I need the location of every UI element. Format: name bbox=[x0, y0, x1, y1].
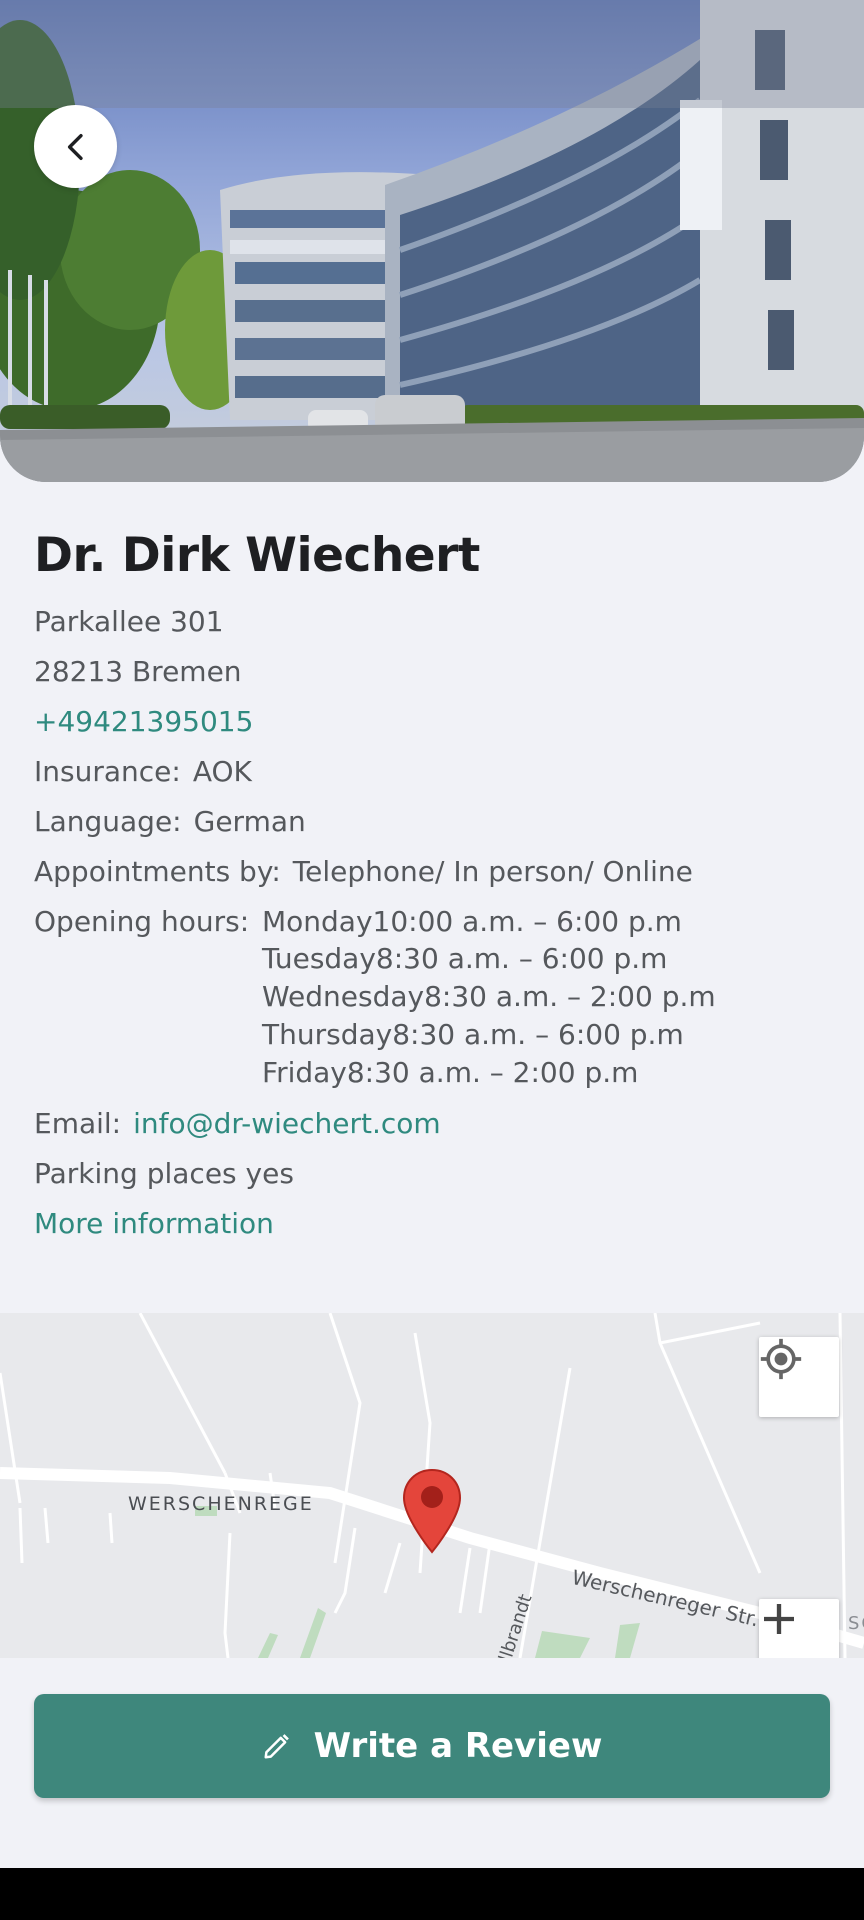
address-street: Parkallee 301 bbox=[34, 605, 224, 638]
address-city: 28213 Bremen bbox=[34, 655, 242, 688]
zoom-in-button[interactable] bbox=[759, 1599, 839, 1658]
back-button[interactable] bbox=[34, 105, 117, 188]
opening-hours-label: Opening hours: bbox=[34, 905, 250, 938]
appointments-label: Appointments by: bbox=[34, 855, 281, 888]
opening-hours-list: Monday10:00 a.m. – 6:00 p.m Tuesday8:30 … bbox=[262, 904, 716, 1092]
hero-image bbox=[0, 0, 864, 482]
insurance-row: Insurance: AOK bbox=[34, 754, 834, 790]
insurance-label: Insurance: bbox=[34, 755, 181, 788]
hours-wednesday: Wednesday8:30 a.m. – 2:00 p.m bbox=[262, 980, 716, 1013]
chevron-left-icon bbox=[59, 130, 93, 164]
status-bar-overlay bbox=[0, 0, 864, 108]
hours-thursday: Thursday8:30 a.m. – 6:00 p.m bbox=[262, 1018, 684, 1051]
write-review-button[interactable]: Write a Review bbox=[34, 1694, 830, 1798]
insurance-value: AOK bbox=[192, 755, 252, 788]
email-link[interactable]: info@dr-wiechert.com bbox=[133, 1107, 441, 1140]
write-review-label: Write a Review bbox=[313, 1726, 603, 1766]
opening-hours-row: Opening hours: Monday10:00 a.m. – 6:00 p… bbox=[34, 904, 834, 1092]
location-map[interactable]: WERSCHENREGE Werschenreger Str. llbrandt… bbox=[0, 1313, 864, 1658]
phone-link[interactable]: +49421395015 bbox=[34, 704, 834, 740]
language-label: Language: bbox=[34, 805, 182, 838]
hours-friday: Friday8:30 a.m. – 2:00 p.m bbox=[262, 1056, 639, 1089]
hours-tuesday: Tuesday8:30 a.m. – 6:00 p.m bbox=[262, 942, 668, 975]
appointments-row: Appointments by: Telephone/ In person/ On… bbox=[34, 854, 834, 890]
email-label: Email: bbox=[34, 1107, 122, 1140]
language-row: Language: German bbox=[34, 804, 834, 840]
language-value: German bbox=[193, 805, 306, 838]
system-navigation-bar bbox=[0, 1868, 864, 1920]
appointments-value: Telephone/ In person/ Online bbox=[292, 855, 693, 888]
email-row: Email: info@dr-wiechert.com bbox=[34, 1106, 834, 1142]
my-location-button[interactable] bbox=[759, 1337, 839, 1417]
doctor-name: Dr. Dirk Wiechert bbox=[34, 528, 480, 583]
pencil-icon bbox=[262, 1731, 292, 1761]
parking-info: Parking places yes bbox=[34, 1157, 294, 1190]
more-information-link[interactable]: More information bbox=[34, 1206, 834, 1242]
hours-monday: Monday10:00 a.m. – 6:00 p.m bbox=[262, 905, 682, 938]
map-label-edge: SCHA bbox=[848, 1613, 864, 1634]
map-pin-icon[interactable] bbox=[402, 1468, 462, 1554]
doctor-details: Dr. Dirk Wiechert Parkallee 301 28213 Br… bbox=[34, 520, 834, 1242]
map-label-area: WERSCHENREGE bbox=[128, 1493, 314, 1515]
